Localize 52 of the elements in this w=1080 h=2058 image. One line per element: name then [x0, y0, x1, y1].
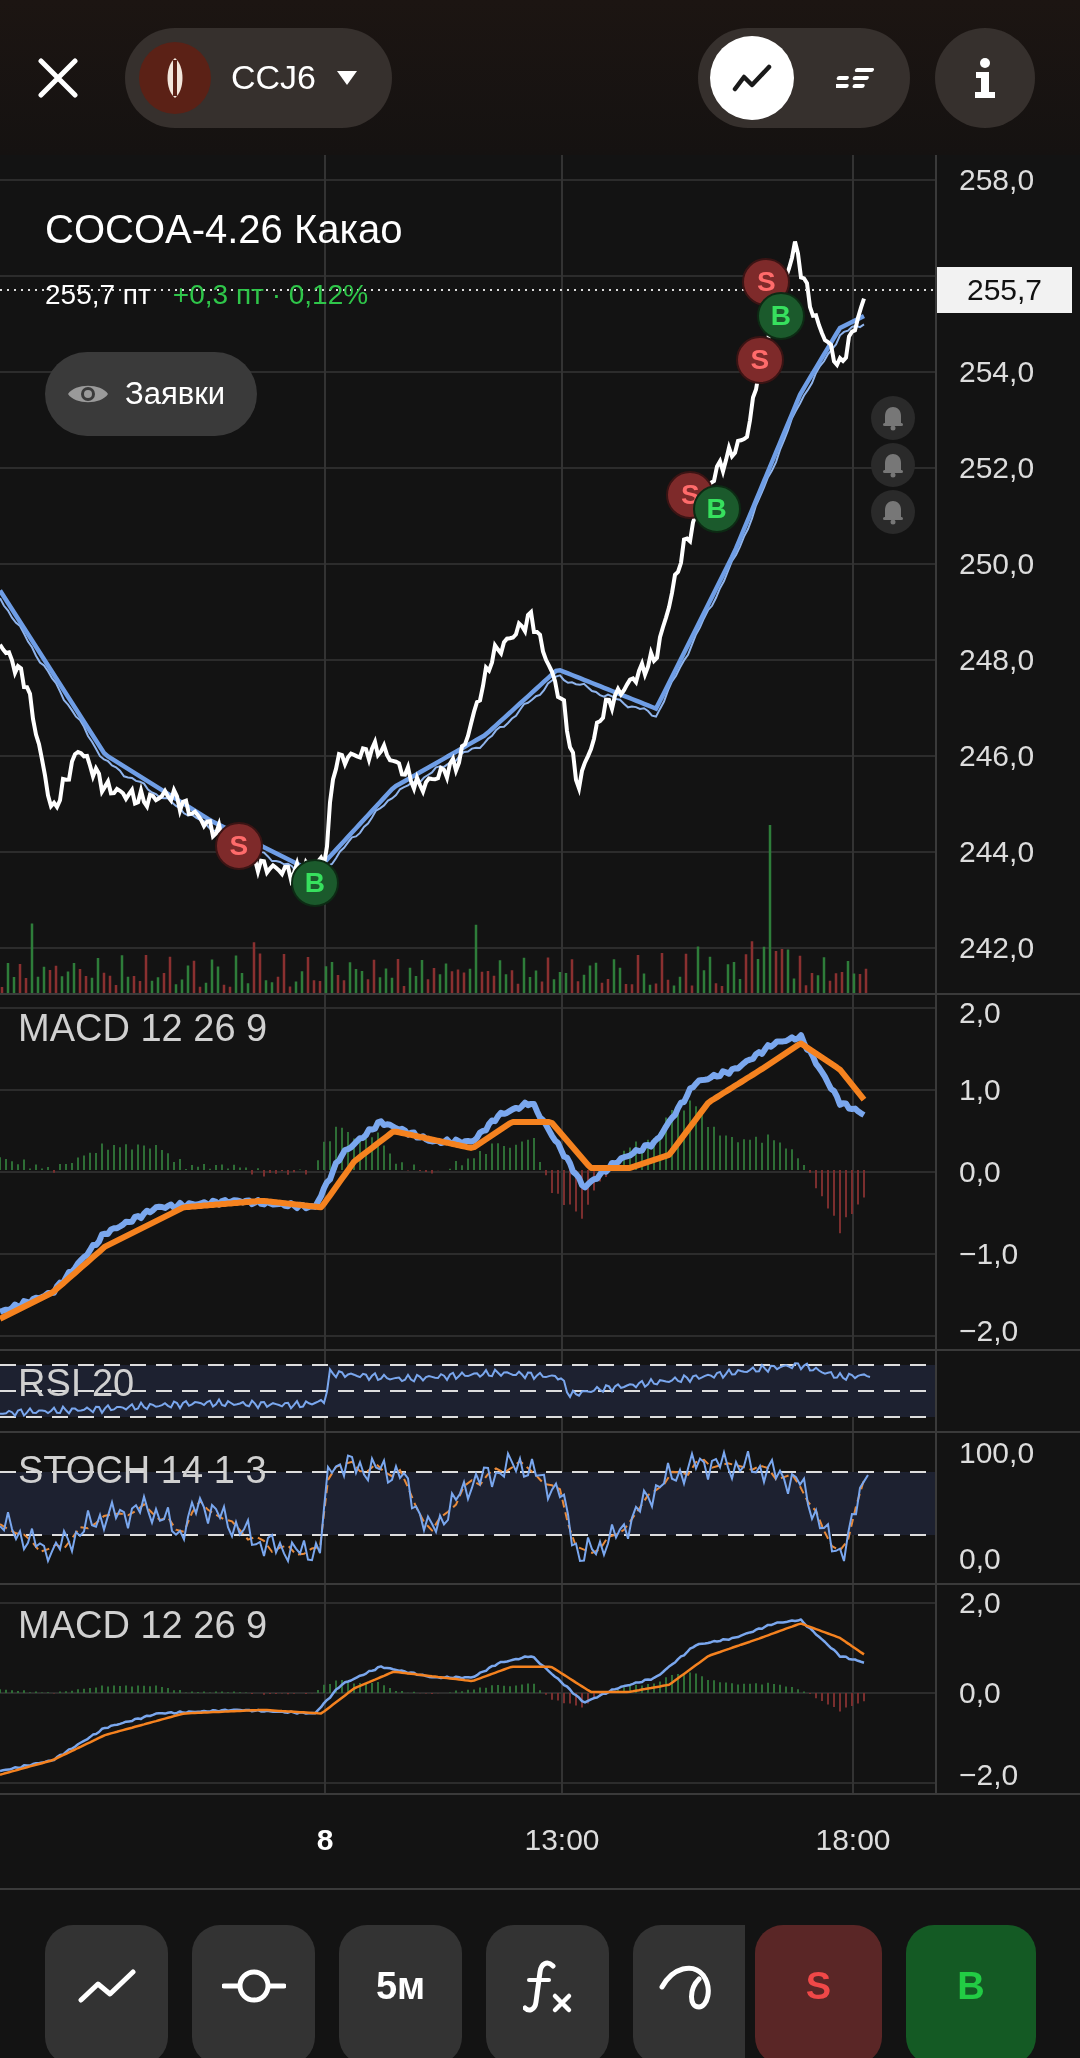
axis-label: 0,0: [959, 1675, 1001, 1711]
orders-button[interactable]: Заявки: [45, 352, 258, 436]
drawing-tool-button[interactable]: [633, 1925, 745, 2058]
buy-marker: B: [290, 859, 339, 908]
axis-label: 246,0: [959, 738, 1035, 774]
bell-icon[interactable]: [871, 490, 915, 534]
axis-label: −2,0: [959, 1757, 1019, 1793]
axis-label: 252,0: [959, 450, 1035, 486]
axis-label: 248,0: [959, 642, 1035, 678]
axis-label: 0,0: [959, 1541, 1001, 1577]
time-label: 18:00: [815, 1823, 891, 1857]
axis-label: 1,0: [959, 1072, 1001, 1108]
current-price-tag: 255,7: [937, 267, 1072, 313]
axis-label: −1,0: [959, 1236, 1019, 1272]
axis-label: 0,0: [959, 1154, 1001, 1190]
axis-label: 250,0: [959, 546, 1035, 582]
bell-icon[interactable]: [871, 443, 915, 487]
close-icon: [38, 57, 78, 98]
caret-icon: [336, 69, 359, 86]
indicator-label: RSI 20: [18, 1361, 135, 1405]
buy-marker: B: [756, 292, 805, 341]
axis-label: 244,0: [959, 834, 1035, 870]
cocoa-bean-icon: [139, 41, 211, 114]
indicator-label: MACD 12 26 9: [18, 1006, 268, 1050]
axis-label: 242,0: [959, 930, 1035, 966]
functions-button[interactable]: [486, 1925, 609, 2058]
chart-type-button[interactable]: [45, 1925, 168, 2058]
time-label: 13:00: [524, 1823, 600, 1857]
view-toggle-button[interactable]: [710, 35, 794, 120]
sell-marker: S: [214, 822, 263, 871]
axis-label: 2,0: [959, 995, 1001, 1031]
line-chart-icon: [732, 62, 772, 93]
interval-button[interactable]: 5м: [339, 1925, 462, 2058]
axis-label: −2,0: [959, 1313, 1019, 1349]
axis-label: 254,0: [959, 354, 1035, 390]
buy-button[interactable]: B: [906, 1925, 1036, 2058]
sell-marker: S: [735, 335, 784, 384]
axis-label: 258,0: [959, 162, 1035, 198]
axis-label: 2,0: [959, 1585, 1001, 1621]
axis-label: 100,0: [959, 1435, 1035, 1471]
ticker-selector[interactable]: CCJ6: [125, 27, 393, 128]
time-label: 8: [316, 1823, 334, 1857]
price-change: +0,3 пт · 0,12%: [172, 279, 369, 311]
price-value: 255,7 пт: [45, 279, 151, 311]
info-icon: [973, 57, 997, 98]
line-chart-icon: [77, 1968, 136, 2004]
instrument-title: COCOA-4.26 Какао: [45, 207, 403, 252]
indicator-label: MACD 12 26 9: [18, 1603, 268, 1647]
dashed-lines-icon: [836, 65, 876, 90]
function-icon: [522, 1958, 573, 2014]
bell-icon[interactable]: [871, 396, 915, 440]
indicator-button[interactable]: [192, 1925, 315, 2058]
